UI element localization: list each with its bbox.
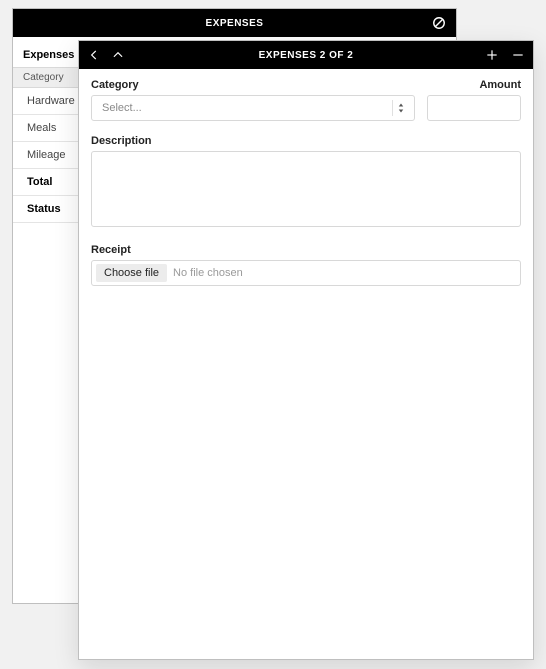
- back-window-title: EXPENSES: [206, 18, 264, 29]
- expense-form: Category Select... Amount Description Re…: [79, 69, 533, 296]
- category-label: Category: [91, 79, 415, 95]
- choose-file-button[interactable]: Choose file: [96, 264, 167, 282]
- minus-icon[interactable]: [511, 48, 525, 62]
- amount-input[interactable]: [427, 95, 521, 121]
- titlebar-right-controls: [485, 41, 525, 69]
- chevron-up-down-icon: [392, 100, 408, 116]
- back-window-titlebar: EXPENSES: [13, 9, 456, 37]
- back-icon[interactable]: [87, 48, 101, 62]
- category-select[interactable]: Select...: [91, 95, 415, 121]
- category-select-placeholder: Select...: [102, 102, 142, 114]
- file-status-text: No file chosen: [173, 267, 243, 279]
- file-chooser: Choose file No file chosen: [91, 260, 521, 286]
- receipt-label: Receipt: [91, 244, 521, 260]
- titlebar-left-controls: [87, 41, 125, 69]
- front-window-titlebar: EXPENSES 2 OF 2: [79, 41, 533, 69]
- front-window-title: EXPENSES 2 OF 2: [259, 50, 354, 61]
- expense-detail-window: EXPENSES 2 OF 2 Category Select...: [78, 40, 534, 660]
- description-input[interactable]: [91, 151, 521, 227]
- plus-icon[interactable]: [485, 48, 499, 62]
- up-icon[interactable]: [111, 48, 125, 62]
- amount-label: Amount: [427, 79, 521, 95]
- cancel-icon[interactable]: [432, 16, 446, 30]
- description-label: Description: [91, 135, 521, 151]
